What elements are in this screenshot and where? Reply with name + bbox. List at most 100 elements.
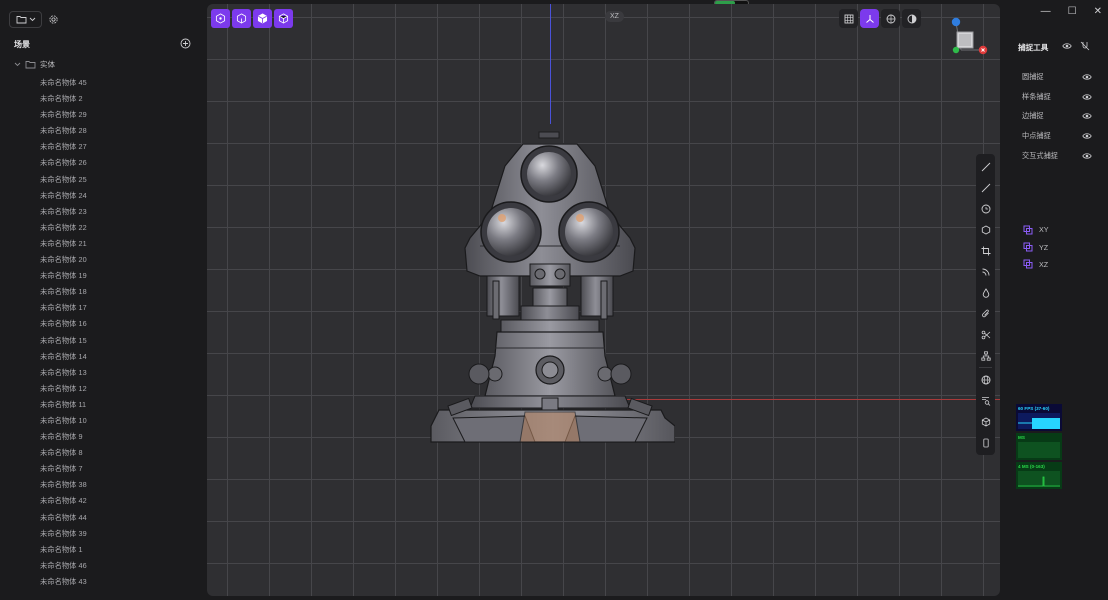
object-list-item[interactable]: 未命名物体 46 — [40, 561, 87, 577]
grid-toggle-button[interactable] — [839, 9, 858, 28]
polygon-tool[interactable] — [976, 219, 995, 240]
gear-icon[interactable] — [48, 14, 59, 25]
object-list-item[interactable]: 未命名物体 29 — [40, 110, 87, 126]
object-list-item[interactable]: 未命名物体 13 — [40, 368, 87, 384]
snap-option-row[interactable]: 边捕捉 — [1022, 106, 1092, 126]
view-plane-label: XZ — [605, 11, 624, 22]
object-list-item[interactable]: 未命名物体 25 — [40, 175, 87, 191]
eye-icon[interactable] — [1082, 152, 1092, 160]
material-toggle-button[interactable] — [881, 9, 900, 28]
object-list-item[interactable]: 未命名物体 9 — [40, 432, 87, 448]
memory-panel: 4 MS (0-163) — [1016, 462, 1062, 489]
eye-icon[interactable] — [1062, 41, 1072, 51]
eye-icon[interactable] — [1082, 132, 1092, 140]
snap-options-list: 圆捕捉样条捕捉边捕捉 中点捕捉交互式捕捉 — [1022, 67, 1092, 165]
snap-option-row[interactable]: 中点捕捉 — [1022, 126, 1092, 146]
snap-option-row[interactable]: 圆捕捉 — [1022, 67, 1092, 87]
object-list-item[interactable]: 未命名物体 22 — [40, 223, 87, 239]
object-list-item[interactable]: 未命名物体 43 — [40, 577, 87, 593]
search-object-tool[interactable] — [976, 390, 995, 411]
tool-divider — [979, 367, 992, 368]
object-list-item[interactable]: 未命名物体 26 — [40, 158, 87, 174]
object-list-item[interactable]: 未命名物体 18 — [40, 287, 87, 303]
object-list-item[interactable]: 未命名物体 38 — [40, 480, 87, 496]
fps-panel: 60 FPS (37-60) — [1016, 404, 1062, 431]
plane-row[interactable]: YZ — [1023, 238, 1049, 255]
shading-toggle-button[interactable] — [902, 9, 921, 28]
cube-side-icon — [257, 13, 268, 24]
object-list-item[interactable]: 未命名物体 27 — [40, 142, 87, 158]
globe-tool[interactable] — [976, 369, 995, 390]
view-top-button[interactable] — [211, 9, 230, 28]
box-tool[interactable] — [976, 411, 995, 432]
axes-toggle-button[interactable] — [860, 9, 879, 28]
hierarchy-icon — [980, 350, 991, 361]
chevron-down-icon — [29, 17, 36, 22]
snap-option-row[interactable]: 交互式捕捉 — [1022, 146, 1092, 166]
folder-icon — [16, 15, 27, 24]
object-list-item[interactable]: 未命名物体 12 — [40, 384, 87, 400]
object-list-item[interactable]: 未命名物体 19 — [40, 271, 87, 287]
view-side-button[interactable] — [253, 9, 272, 28]
object-list-item[interactable]: 未命名物体 10 — [40, 416, 87, 432]
crop-tool[interactable] — [976, 240, 995, 261]
cube-front-icon — [236, 13, 247, 24]
view-iso-button[interactable] — [274, 9, 293, 28]
3d-model-render[interactable] — [425, 126, 676, 451]
object-list-item[interactable]: 未命名物体 7 — [40, 464, 87, 480]
object-list-item[interactable]: 未命名物体 39 — [40, 529, 87, 545]
entity-group-row[interactable]: 实体 — [14, 59, 55, 70]
object-list-item[interactable]: 未命名物体 14 — [40, 352, 87, 368]
close-button[interactable]: ✕ — [1094, 6, 1102, 17]
device-tool[interactable] — [976, 432, 995, 453]
circle-tool[interactable] — [976, 198, 995, 219]
snap-option-label: 样条捕捉 — [1022, 91, 1051, 101]
orientation-gizmo[interactable] — [947, 14, 997, 59]
object-list-item[interactable]: 未命名物体 15 — [40, 336, 87, 352]
object-list-item[interactable]: 未命名物体 2 — [40, 94, 87, 110]
snap-option-label: 交互式捕捉 — [1022, 150, 1058, 160]
arc-tool[interactable] — [976, 261, 995, 282]
snap-panel: — ☐ ✕ 捕捉工具 圆捕捉 样条捕捉 边捕捉 中点捕捉 交互式捕捉 XY YZ XZ 60… — [1000, 0, 1108, 600]
maximize-button[interactable]: ☐ — [1068, 6, 1077, 17]
hexagon-icon — [981, 224, 991, 235]
object-list-item[interactable]: 未命名物体 16 — [40, 319, 87, 335]
attach-tool[interactable] — [976, 303, 995, 324]
object-list-item[interactable]: 未命名物体 45 — [40, 78, 87, 94]
object-list-item[interactable]: 未命名物体 28 — [40, 126, 87, 142]
snap-option-row[interactable]: 样条捕捉 — [1022, 87, 1092, 107]
plane-row[interactable]: XZ — [1023, 256, 1049, 273]
eye-icon[interactable] — [1082, 112, 1092, 120]
axes-icon — [865, 14, 875, 24]
eye-icon[interactable] — [1082, 73, 1092, 81]
snap-off-icon[interactable] — [1080, 41, 1090, 51]
object-list-item[interactable]: 未命名物体 11 — [40, 400, 87, 416]
eye-icon[interactable] — [1082, 93, 1092, 101]
object-list-item[interactable]: 未命名物体 42 — [40, 496, 87, 512]
folder-dropdown-button[interactable] — [9, 11, 42, 28]
plane-label: YZ — [1039, 242, 1049, 252]
object-list-item[interactable]: 未命名物体 44 — [40, 513, 87, 529]
object-list-item[interactable]: 未命名物体 20 — [40, 255, 87, 271]
3d-viewport[interactable]: XZ — [207, 4, 1000, 596]
line-icon — [981, 162, 991, 172]
object-list-item[interactable]: 未命名物体 23 — [40, 207, 87, 223]
paperclip-icon — [981, 309, 991, 319]
object-list-item[interactable]: 未命名物体 21 — [40, 239, 87, 255]
minimize-button[interactable]: — — [1041, 6, 1051, 17]
line-tool[interactable] — [976, 156, 995, 177]
drawing-tools-strip — [976, 154, 995, 455]
cut-tool[interactable] — [976, 324, 995, 345]
plane-row[interactable]: XY — [1023, 221, 1049, 238]
hierarchy-tool[interactable] — [976, 345, 995, 366]
drop-tool[interactable] — [976, 282, 995, 303]
object-list-item[interactable]: 未命名物体 24 — [40, 191, 87, 207]
add-icon[interactable] — [180, 38, 191, 49]
curve-tool[interactable] — [976, 177, 995, 198]
cube-iso-icon — [278, 13, 289, 24]
crop-icon — [981, 246, 991, 256]
view-front-button[interactable] — [232, 9, 251, 28]
object-list-item[interactable]: 未命名物体 1 — [40, 545, 87, 561]
object-list-item[interactable]: 未命名物体 17 — [40, 303, 87, 319]
object-list-item[interactable]: 未命名物体 8 — [40, 448, 87, 464]
